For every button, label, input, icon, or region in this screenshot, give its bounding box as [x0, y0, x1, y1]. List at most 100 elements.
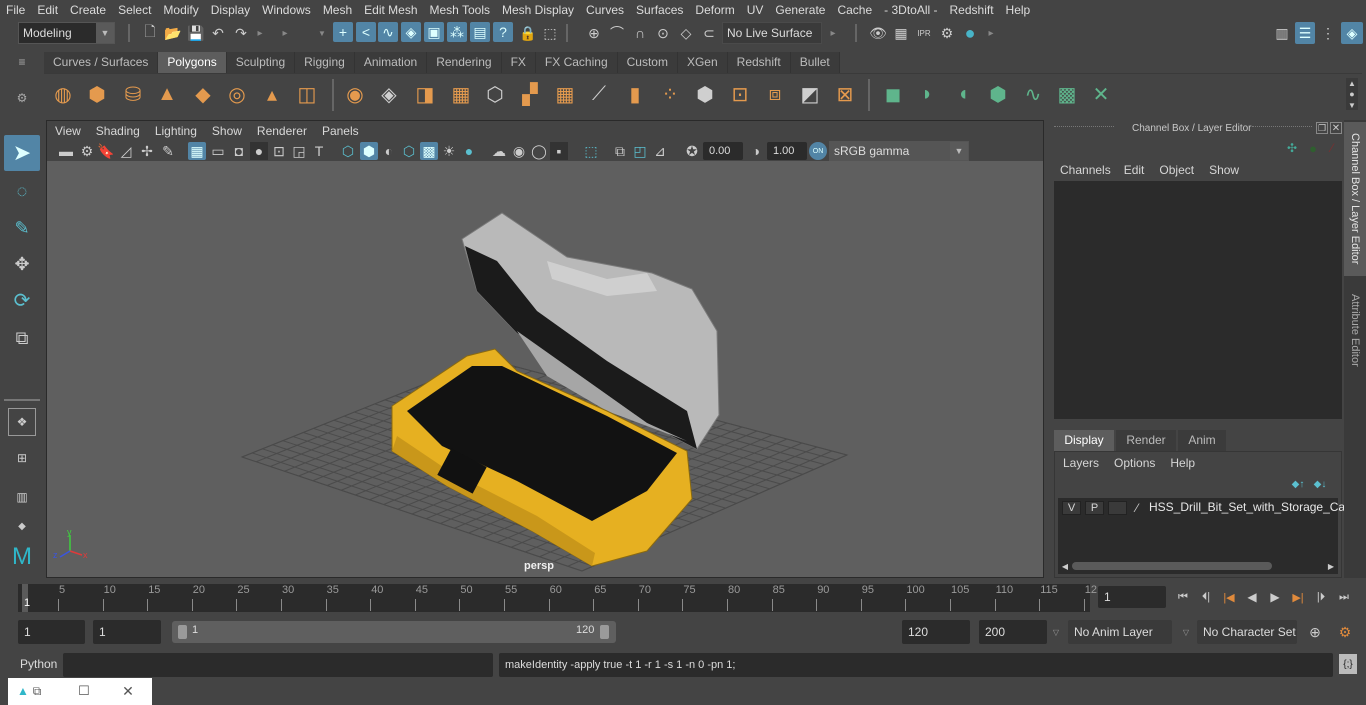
- menu-uv[interactable]: UV: [741, 3, 770, 17]
- insert-edge-loop-icon[interactable]: ◩: [795, 79, 825, 109]
- merge-icon[interactable]: ⬢: [690, 79, 720, 109]
- offset-edge-loop-icon[interactable]: ⊠: [830, 79, 860, 109]
- exposure-field[interactable]: 0.00: [703, 142, 743, 160]
- new-scene-icon[interactable]: 🗋: [140, 22, 160, 44]
- layer-tab-render[interactable]: Render: [1116, 430, 1176, 451]
- combine-icon[interactable]: ◉: [340, 79, 370, 109]
- shelf-tab-bullet[interactable]: Bullet: [790, 52, 840, 73]
- manipulator-axis-icon[interactable]: ✣: [1284, 140, 1300, 156]
- move-tool-icon[interactable]: ✥: [4, 246, 40, 282]
- shelf-menu-icon[interactable]: ≡: [14, 54, 30, 70]
- poly-torus-icon[interactable]: ◎: [222, 79, 252, 109]
- field-chart-icon[interactable]: ⊡: [270, 141, 288, 161]
- object-menu[interactable]: Object: [1159, 163, 1209, 177]
- channel-list[interactable]: [1054, 181, 1342, 419]
- menu-display[interactable]: Display: [205, 3, 256, 17]
- undo-icon[interactable]: ↶: [208, 22, 228, 44]
- panel-menu-show[interactable]: Show: [204, 124, 249, 138]
- tool-settings-toggle-icon[interactable]: ⋮: [1318, 22, 1338, 44]
- modeling-toolkit-icon[interactable]: ▥: [1272, 22, 1292, 44]
- menu-curves[interactable]: Curves: [580, 3, 630, 17]
- safe-action-icon[interactable]: ◲: [290, 141, 308, 161]
- uv-editor-icon[interactable]: ▩: [1052, 79, 1082, 109]
- shelf-tab-fx-caching[interactable]: FX Caching: [535, 52, 618, 73]
- help-menu[interactable]: Help: [1170, 456, 1195, 470]
- command-language-toggle[interactable]: Python: [20, 657, 57, 671]
- smooth-icon[interactable]: ▦: [446, 79, 476, 109]
- bevel-icon[interactable]: ⬡: [480, 79, 510, 109]
- cylindrical-uv-icon[interactable]: ◗: [912, 79, 942, 109]
- shelf-tab-rigging[interactable]: Rigging: [295, 52, 355, 73]
- select-misc-icon[interactable]: ?: [493, 22, 513, 42]
- attribute-editor-toggle-icon[interactable]: ☰: [1295, 22, 1315, 44]
- four-view-layout-icon[interactable]: ⊞: [8, 444, 36, 472]
- poly-sphere-icon[interactable]: ◍: [48, 79, 78, 109]
- select-vertex-icon[interactable]: ◈: [401, 22, 421, 42]
- go-to-start-icon[interactable]: ⏮: [1173, 586, 1193, 608]
- auto-key-icon[interactable]: ⊕: [1305, 620, 1325, 644]
- layer-tab-anim[interactable]: Anim: [1178, 430, 1226, 451]
- layout-uv-icon[interactable]: ✕: [1086, 79, 1116, 109]
- poly-pyramid-icon[interactable]: ▴: [257, 79, 287, 109]
- shelf-tab-redshift[interactable]: Redshift: [727, 52, 791, 73]
- render-view-icon[interactable]: 👁: [868, 22, 888, 44]
- highlight-selection-icon[interactable]: ⬚: [540, 22, 560, 44]
- step-forward-frame-icon[interactable]: |⏵: [1311, 586, 1331, 608]
- xray-icon[interactable]: ⬡: [400, 141, 418, 161]
- poly-plane-icon[interactable]: ◆: [188, 79, 218, 109]
- go-to-end-icon[interactable]: ⏭: [1334, 586, 1354, 608]
- shadows-icon[interactable]: ●: [460, 141, 478, 161]
- menu-redshift[interactable]: Redshift: [944, 3, 1000, 17]
- layer-type-toggle[interactable]: [1108, 501, 1127, 515]
- close-icon[interactable]: ✕: [120, 683, 136, 699]
- shelf-tab-rendering[interactable]: Rendering: [427, 52, 502, 73]
- character-set-dropdown[interactable]: No Character Set: [1197, 620, 1297, 644]
- smooth-shade-icon[interactable]: ⬢: [360, 142, 378, 160]
- redo-icon[interactable]: ↷: [231, 22, 251, 44]
- image-plane-icon[interactable]: ◿: [117, 141, 135, 161]
- automatic-uv-icon[interactable]: ⬢: [983, 79, 1013, 109]
- panel-menu-renderer[interactable]: Renderer: [249, 124, 314, 138]
- exposure-icon[interactable]: ✪: [683, 141, 701, 161]
- menu-generate[interactable]: Generate: [769, 3, 831, 17]
- drag-handle[interactable]: [1252, 126, 1312, 130]
- 2d-pan-zoom-icon[interactable]: ✢: [138, 141, 156, 161]
- animation-preferences-icon[interactable]: ⚙: [1334, 620, 1356, 644]
- layer-color-icon[interactable]: ⁄: [1130, 501, 1144, 515]
- drag-handle[interactable]: [1054, 126, 1114, 130]
- panel-menu-panels[interactable]: Panels: [314, 124, 366, 138]
- open-scene-icon[interactable]: 📂: [163, 22, 183, 44]
- menu-edit-mesh[interactable]: Edit Mesh: [358, 3, 423, 17]
- side-tab-channel-box[interactable]: Channel Box / Layer Editor: [1344, 122, 1366, 276]
- grease-pencil-icon[interactable]: ✎: [159, 141, 177, 161]
- film-gate-icon[interactable]: ▭: [209, 141, 227, 161]
- select-by-object-icon[interactable]: <: [356, 22, 376, 42]
- select-by-component-icon[interactable]: ∿: [378, 22, 398, 42]
- scroll-right-icon[interactable]: ▶: [1326, 560, 1336, 572]
- menu-deform[interactable]: Deform: [689, 3, 740, 17]
- scroll-down-icon[interactable]: ▼: [1346, 100, 1358, 110]
- menu-create[interactable]: Create: [64, 3, 112, 17]
- shelf-tab-sculpting[interactable]: Sculpting: [226, 52, 296, 73]
- menu-mesh-tools[interactable]: Mesh Tools: [424, 3, 496, 17]
- end-time-field[interactable]: 200: [979, 620, 1047, 644]
- menu-mesh[interactable]: Mesh: [317, 3, 358, 17]
- fill-hole-icon[interactable]: ⊡: [725, 79, 755, 109]
- poly-cone-icon[interactable]: ▲: [152, 79, 182, 109]
- scrollbar-thumb[interactable]: [1072, 562, 1272, 570]
- scale-tool-icon[interactable]: ⧉: [4, 320, 40, 356]
- persp-outliner-layout-icon[interactable]: ▥: [8, 483, 36, 511]
- poly-pipe-icon[interactable]: ◫: [292, 79, 322, 109]
- command-input[interactable]: [63, 653, 493, 677]
- wireframe-on-shaded-icon[interactable]: ◐: [380, 141, 398, 161]
- show-menu[interactable]: Show: [1209, 163, 1239, 177]
- select-camera-icon[interactable]: ▬: [57, 141, 75, 161]
- poly-cylinder-icon[interactable]: ⛁: [118, 79, 148, 109]
- side-tab-attribute-editor[interactable]: Attribute Editor: [1344, 280, 1366, 380]
- chevron-down-icon[interactable]: ▽: [1180, 620, 1192, 644]
- script-editor-icon[interactable]: {;}: [1339, 654, 1357, 674]
- play-backwards-icon[interactable]: ◀: [1242, 586, 1262, 608]
- xray-active-icon[interactable]: ◰: [631, 141, 649, 161]
- menu-cache[interactable]: Cache: [831, 3, 878, 17]
- extrude-icon[interactable]: ▞: [515, 79, 545, 109]
